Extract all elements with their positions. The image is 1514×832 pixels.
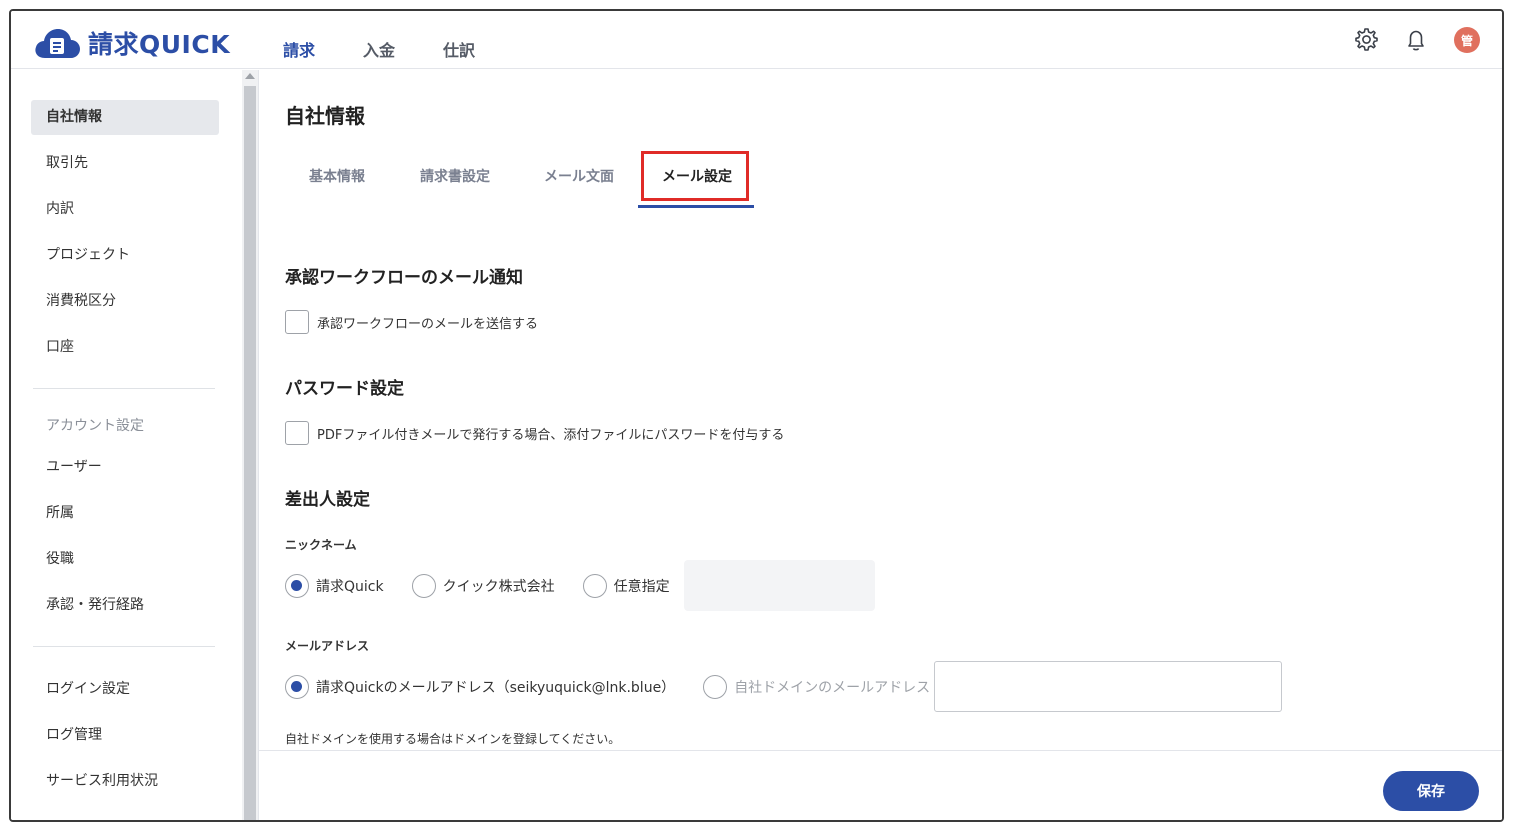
sidebar: 自社情報 取引先 内訳 プロジェクト 消費税区分 口座 アカウント設定 ユーザー…: [11, 70, 241, 820]
bell-icon[interactable]: [1401, 25, 1431, 55]
email-option-own-domain[interactable]: 自社ドメインのメールアドレス: [703, 674, 931, 699]
page-title: 自社情報: [285, 104, 365, 128]
nickname-option-custom[interactable]: 任意指定: [582, 573, 670, 598]
sidebar-item-clients[interactable]: 取引先: [31, 146, 219, 181]
approval-section-title: 承認ワークフローのメール通知: [285, 268, 523, 288]
sidebar-divider: [33, 388, 215, 389]
cloud-logo-icon: [35, 29, 80, 58]
sidebar-item-log-management[interactable]: ログ管理: [31, 718, 219, 753]
radio-unchecked[interactable]: [411, 573, 436, 598]
nickname-radio-group: 請求Quick クイック株式会社 任意指定: [285, 560, 875, 611]
sidebar-divider: [33, 646, 215, 647]
email-radio-group: 請求Quickのメールアドレス（seikyuquick@lnk.blue） 自社…: [285, 661, 1283, 712]
sidebar-item-departments[interactable]: 所属: [31, 496, 219, 531]
password-section-title: パスワード設定: [285, 379, 404, 399]
sidebar-item-login-settings[interactable]: ログイン設定: [31, 672, 219, 707]
topnav-journal[interactable]: 仕訳: [443, 37, 475, 61]
radio-unchecked[interactable]: [582, 573, 607, 598]
domain-note: 自社ドメインを使用する場合はドメインを登録してください。: [285, 732, 621, 746]
custom-nickname-input[interactable]: [683, 560, 875, 611]
tab-basic-info[interactable]: 基本情報: [309, 166, 365, 186]
approval-mail-checkbox-row[interactable]: 承認ワークフローのメールを送信する: [285, 310, 538, 334]
app-window: 請求QUICK 請求 入金 仕訳 管 自社情報 取引先 内訳 プロジェクト 消費…: [9, 9, 1504, 822]
nickname-label: ニックネーム: [285, 538, 357, 552]
radio-label: 自社ドメインのメールアドレス: [734, 679, 931, 696]
radio-label: 請求Quick: [316, 578, 384, 595]
top-navigation: 請求 入金 仕訳: [283, 37, 523, 61]
nickname-option-company[interactable]: クイック株式会社: [411, 573, 555, 598]
logo-text: 請求QUICK: [88, 30, 231, 59]
sidebar-item-accounts[interactable]: 口座: [31, 330, 219, 365]
approval-mail-checkbox[interactable]: [285, 310, 309, 334]
tab-mail-settings[interactable]: メール設定: [662, 166, 732, 186]
tab-invoice-settings[interactable]: 請求書設定: [420, 166, 490, 186]
pdf-password-checkbox[interactable]: [285, 421, 309, 445]
approval-mail-checkbox-label: 承認ワークフローのメールを送信する: [317, 316, 539, 332]
pdf-password-checkbox-label: PDFファイル付きメールで発行する場合、添付ファイルにパスワードを付与する: [317, 427, 785, 443]
sidebar-item-tax-categories[interactable]: 消費税区分: [31, 284, 219, 319]
sidebar-scrollbar[interactable]: [242, 70, 258, 820]
sidebar-item-users[interactable]: ユーザー: [31, 450, 219, 485]
sidebar-item-approval-routes[interactable]: 承認・発行経路: [31, 588, 219, 623]
tab-mail-text[interactable]: メール文面: [544, 166, 614, 186]
gear-icon[interactable]: [1351, 25, 1381, 55]
sender-section-title: 差出人設定: [285, 490, 370, 510]
sidebar-item-positions[interactable]: 役職: [31, 542, 219, 577]
email-option-default[interactable]: 請求Quickのメールアドレス（seikyuquick@lnk.blue）: [285, 674, 676, 699]
own-domain-email-input[interactable]: [934, 661, 1283, 712]
sidebar-section-account-settings: アカウント設定: [46, 418, 144, 434]
header: 請求QUICK 請求 入金 仕訳 管: [11, 11, 1502, 69]
password-checkbox-row[interactable]: PDFファイル付きメールで発行する場合、添付ファイルにパスワードを付与する: [285, 421, 784, 445]
topnav-payment[interactable]: 入金: [363, 37, 395, 61]
radio-label: 請求Quickのメールアドレス（seikyuquick@lnk.blue）: [316, 679, 676, 696]
logo[interactable]: 請求QUICK: [33, 25, 230, 61]
save-button[interactable]: 保存: [1383, 771, 1479, 811]
radio-label: クイック株式会社: [442, 578, 555, 595]
scroll-up-arrow-icon[interactable]: [245, 73, 255, 79]
topnav-invoice[interactable]: 請求: [283, 37, 315, 61]
avatar[interactable]: 管: [1454, 27, 1480, 53]
nickname-option-seikyu-quick[interactable]: 請求Quick: [285, 573, 384, 598]
radio-unchecked[interactable]: [703, 674, 728, 699]
radio-checked[interactable]: [285, 573, 309, 598]
main-content: 自社情報 基本情報 請求書設定 メール文面 メール設定 承認ワークフローのメール…: [258, 70, 1502, 820]
radio-checked[interactable]: [285, 674, 309, 699]
tab-bar: 基本情報 請求書設定 メール文面 メール設定: [285, 151, 885, 210]
sidebar-item-breakdown[interactable]: 内訳: [31, 192, 219, 227]
email-address-label: メールアドレス: [285, 639, 370, 653]
sidebar-item-service-usage[interactable]: サービス利用状況: [31, 764, 219, 799]
active-tab-indicator: [638, 205, 754, 208]
sidebar-item-company-info[interactable]: 自社情報: [31, 100, 219, 135]
scroll-thumb[interactable]: [244, 86, 256, 820]
footer-bar: 保存: [259, 750, 1502, 820]
sidebar-item-projects[interactable]: プロジェクト: [31, 238, 219, 273]
radio-label: 任意指定: [613, 578, 670, 595]
